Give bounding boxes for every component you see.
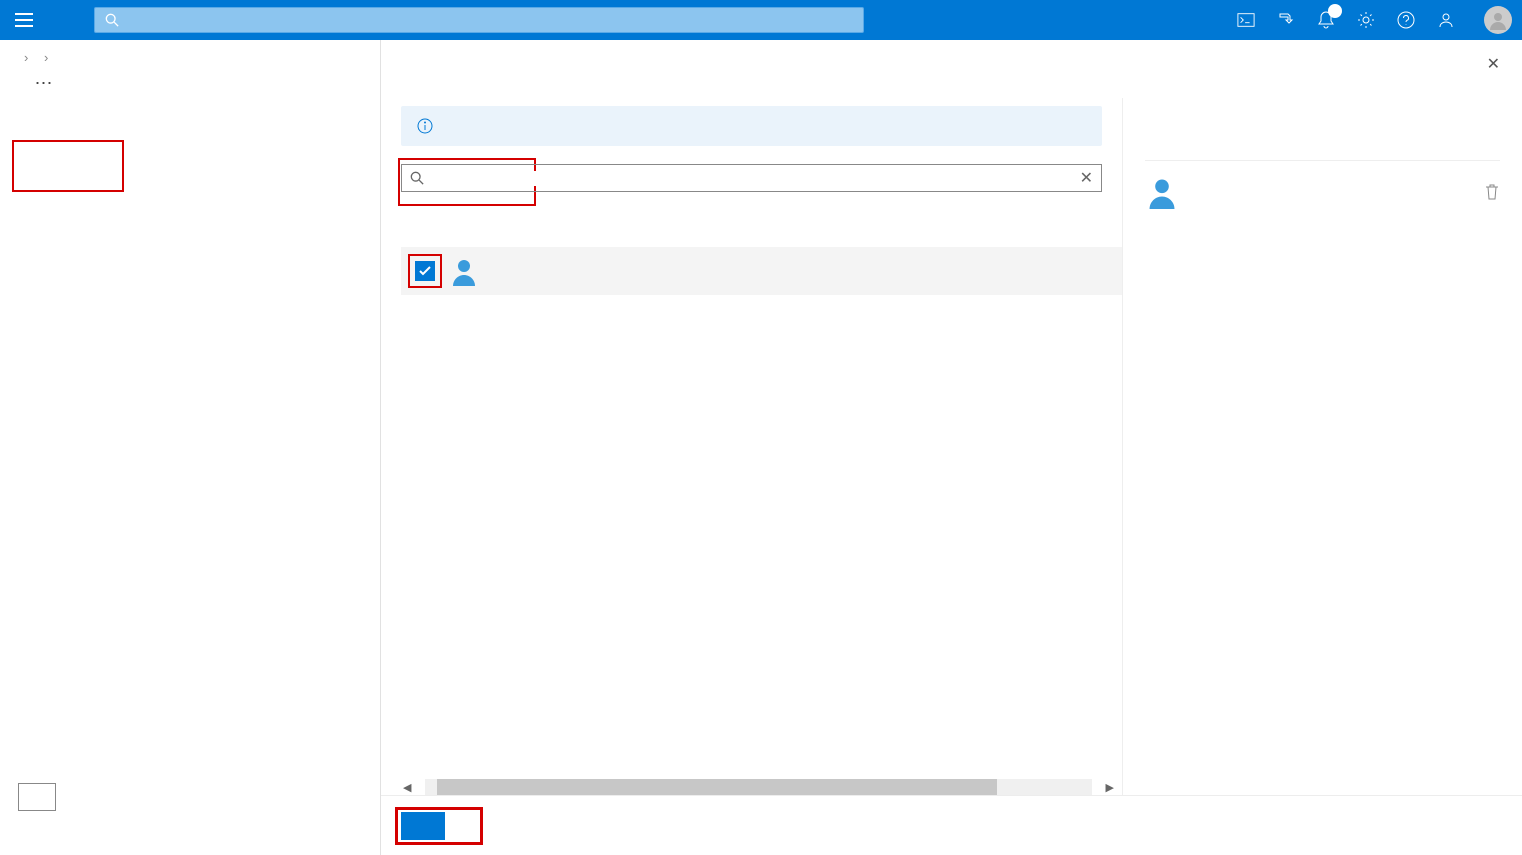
- notifications-icon[interactable]: [1306, 0, 1346, 40]
- close-icon[interactable]: ✕: [1487, 54, 1500, 74]
- avatar[interactable]: [1484, 6, 1512, 34]
- info-icon: [417, 118, 433, 134]
- notifications-badge: [1328, 4, 1342, 18]
- cloud-shell-icon[interactable]: [1226, 0, 1266, 40]
- table-header: [401, 231, 1122, 247]
- member-search[interactable]: ✕: [401, 164, 1102, 192]
- scroll-left-icon[interactable]: ◀: [401, 781, 413, 794]
- search-icon: [105, 13, 119, 27]
- member-search-input[interactable]: [432, 171, 1071, 186]
- global-search-input[interactable]: [127, 13, 853, 28]
- horizontal-scrollbar[interactable]: ◀ ▶: [401, 779, 1116, 795]
- user-icon: [449, 256, 497, 286]
- hamburger-menu[interactable]: [0, 13, 48, 27]
- directory-icon[interactable]: [1266, 0, 1306, 40]
- help-icon[interactable]: [1386, 0, 1426, 40]
- selected-item: [1145, 160, 1500, 209]
- chevron-right-icon: ›: [24, 50, 28, 65]
- user-icon: [1145, 175, 1179, 209]
- info-banner: [401, 106, 1102, 146]
- chevron-right-icon: ›: [44, 50, 48, 65]
- scroll-right-icon[interactable]: ▶: [1104, 781, 1116, 794]
- row-checkbox[interactable]: [415, 261, 435, 281]
- remove-icon[interactable]: [1484, 183, 1500, 201]
- search-icon: [410, 171, 424, 185]
- settings-icon[interactable]: [1346, 0, 1386, 40]
- users-groups-panel: ✕ ✕: [380, 40, 1522, 855]
- global-search[interactable]: [94, 7, 864, 33]
- select-button[interactable]: [401, 812, 445, 840]
- table-row[interactable]: [401, 247, 1122, 295]
- clear-icon[interactable]: ✕: [1080, 168, 1093, 188]
- more-actions-icon[interactable]: ⋯: [34, 73, 52, 93]
- assign-button[interactable]: [18, 783, 56, 811]
- feedback-icon[interactable]: [1426, 0, 1466, 40]
